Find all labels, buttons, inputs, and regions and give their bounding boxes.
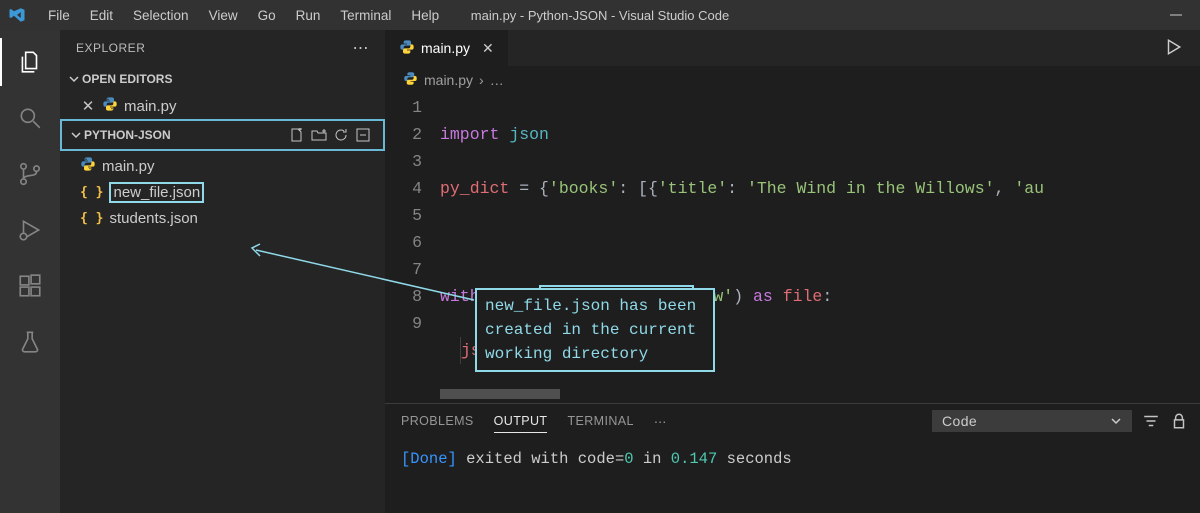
files-icon [17,49,43,75]
panel-tab-terminal[interactable]: TERMINAL [567,410,633,432]
open-editor-item[interactable]: ✕ main.py [60,93,385,119]
file-name: new_file.json [109,182,204,203]
chevron-down-icon [66,71,82,87]
folder-name: PYTHON-JSON [84,128,171,142]
file-item-main[interactable]: main.py [60,153,385,179]
debug-icon [17,217,43,243]
title-bar: File Edit Selection View Go Run Terminal… [0,0,1200,30]
explorer-title: EXPLORER [76,41,145,55]
search-icon [17,105,43,131]
tab-main[interactable]: main.py ✕ [385,30,508,66]
chevron-down-icon [68,127,84,143]
activity-extensions[interactable] [6,262,54,310]
menu-view[interactable]: View [199,4,248,27]
window-title: main.py - Python-JSON - Visual Studio Co… [471,8,729,23]
sidebar-explorer: EXPLORER ⋯ OPEN EDITORS ✕ main.py PYTHON… [60,30,385,513]
file-name: main.py [102,158,155,175]
menu-edit[interactable]: Edit [80,4,123,27]
tab-label: main.py [421,40,470,56]
close-icon[interactable]: ✕ [80,97,96,115]
panel-tab-output[interactable]: OUTPUT [494,410,548,433]
annotation-callout: new_file.json has been created in the cu… [475,288,715,372]
editor-tabs: main.py ✕ [385,30,1200,66]
panel-tab-problems[interactable]: PROBLEMS [401,410,474,432]
activity-scm[interactable] [6,150,54,198]
activity-search[interactable] [6,94,54,142]
flask-icon [17,329,43,355]
menu-help[interactable]: Help [401,4,449,27]
breadcrumb[interactable]: main.py › … [385,66,1200,94]
activity-testing[interactable] [6,318,54,366]
explorer-more-icon[interactable]: ⋯ [353,38,370,58]
open-editors-header[interactable]: OPEN EDITORS [60,65,385,93]
vscode-logo-icon [8,6,26,24]
run-button[interactable] [1164,38,1200,59]
json-icon: { } [80,211,103,226]
python-icon [80,156,96,176]
activity-explorer[interactable] [6,38,54,86]
refresh-icon[interactable] [333,127,349,143]
menu-run[interactable]: Run [286,4,331,27]
activity-debug[interactable] [6,206,54,254]
minimize-icon[interactable] [1170,9,1182,21]
file-item-students[interactable]: { } students.json [60,205,385,231]
breadcrumb-more: … [490,72,504,88]
menu-bar: File Edit Selection View Go Run Terminal… [38,4,449,27]
file-name: students.json [109,210,197,227]
lock-icon[interactable] [1170,412,1188,430]
menu-terminal[interactable]: Terminal [330,4,401,27]
python-icon [102,96,118,116]
json-icon: { } [80,185,103,200]
open-editor-name: main.py [124,98,177,115]
chevron-down-icon [1110,415,1122,427]
close-icon[interactable]: ✕ [476,40,494,57]
output-content: [Done] exited with code=0 in 0.147 secon… [385,438,1200,474]
python-icon [403,71,418,89]
line-gutter: 1 2 3 4 5 6 7 8 9 [385,94,440,403]
file-item-newfile[interactable]: { } new_file.json [60,179,385,205]
output-channel-dropdown[interactable]: Code [932,410,1132,432]
filter-icon[interactable] [1142,412,1160,430]
activity-bar [0,30,60,513]
bottom-panel: PROBLEMS OUTPUT TERMINAL ⋯ Code [Done] e… [385,403,1200,513]
editor-area: main.py ✕ main.py › … 1 2 3 4 5 6 7 [385,30,1200,513]
extensions-icon [17,273,43,299]
new-folder-icon[interactable] [311,127,327,143]
folder-header[interactable]: PYTHON-JSON [62,121,383,149]
new-file-icon[interactable] [289,127,305,143]
menu-selection[interactable]: Selection [123,4,199,27]
branch-icon [17,161,43,187]
menu-file[interactable]: File [38,4,80,27]
panel-more-icon[interactable]: ⋯ [654,410,667,433]
breadcrumb-file: main.py [424,72,473,88]
menu-go[interactable]: Go [248,4,286,27]
collapse-icon[interactable] [355,127,371,143]
open-editors-label: OPEN EDITORS [82,72,172,86]
breadcrumb-sep: › [479,72,484,88]
h-scrollbar[interactable] [440,389,560,399]
python-icon [399,39,415,58]
